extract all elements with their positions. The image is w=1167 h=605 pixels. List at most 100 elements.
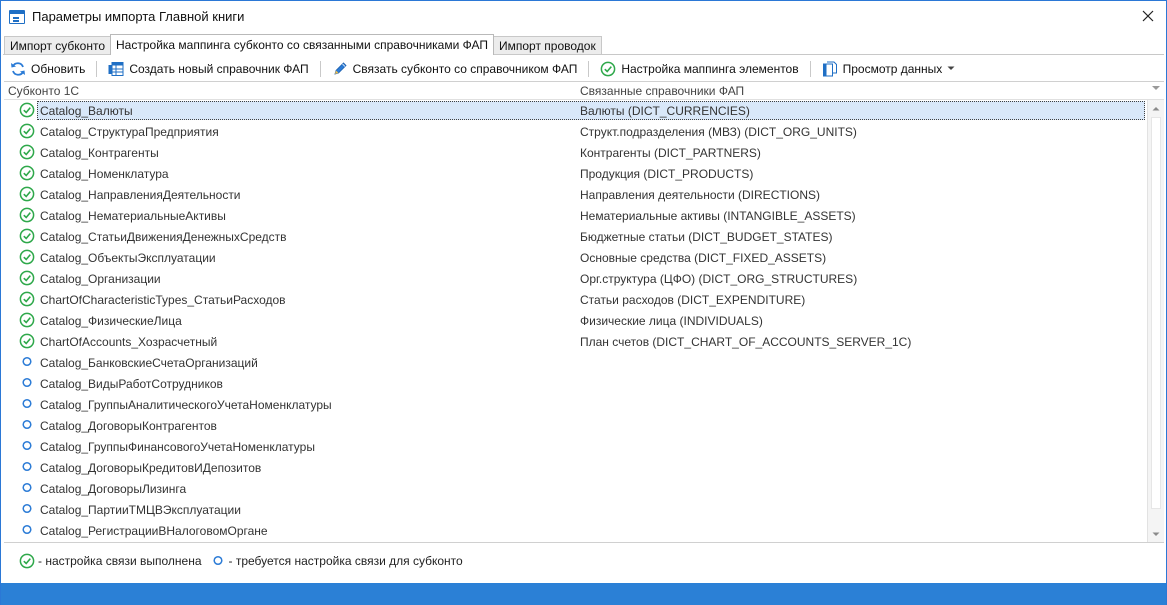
check-circle-icon [19,228,35,244]
subconto-cell: Catalog_ФизическиеЛица [40,314,182,328]
linked-dict-cell: Бюджетные статьи (DICT_BUDGET_STATES) [580,230,833,244]
table-row[interactable]: Catalog_ГруппыАналитическогоУчетаНоменкл… [4,394,1146,415]
linked-dict-cell: Физические лица (INDIVIDUALS) [580,314,763,328]
refresh-icon [10,61,26,77]
table-row[interactable]: Catalog_Номенклатура Продукция (DICT_PROD… [4,163,1146,184]
toolbar-separator [319,60,321,77]
circle-icon [19,522,35,538]
table-row[interactable]: Catalog_СтатьиДвиженияДенежныхСредств Бюд… [4,226,1146,247]
linked-dict-cell: Статьи расходов (DICT_EXPENDITURE) [580,293,806,307]
subconto-cell: ChartOfCharacteristicTypes_СтатьиРасходо… [40,293,286,307]
link-subconto-label: Связать субконто со справочником ФАП [352,61,578,76]
table-row[interactable]: Catalog_Организации Орг.структура (ЦФО) (… [4,268,1146,289]
column-header-linked-dicts[interactable]: Связанные справочники ФАП [580,84,744,98]
create-dict-label: Создать новый справочник ФАП [129,61,309,76]
view-data-label: Просмотр данных [842,61,943,76]
linked-dict-cell: Валюты (DICT_CURRENCIES) [580,104,750,118]
linked-dict-cell: Продукция (DICT_PRODUCTS) [580,167,754,181]
scroll-down-button[interactable] [1148,526,1164,542]
table-row[interactable]: Catalog_ФизическиеЛица Физические лица (I… [4,310,1146,331]
chevron-down-icon [947,66,955,70]
scroll-thumb[interactable] [1151,117,1161,509]
check-circle-icon [19,165,35,181]
create-dict-button[interactable]: Создать новый справочник ФАП [102,58,314,79]
check-circle-icon [19,123,35,139]
subconto-cell: ChartOfAccounts_Хозрасчетный [40,335,218,349]
table-row[interactable]: Catalog_ГруппыФинансовогоУчетаНоменклату… [4,436,1146,457]
check-circle-icon [19,270,35,286]
table-row[interactable]: Catalog_Валюты Валюты (DICT_CURRENCIES) [4,100,1146,121]
scroll-up-button[interactable] [1148,100,1164,116]
sort-arrow-icon [1152,86,1160,90]
tab-import-subconto[interactable]: Импорт субконто [4,36,112,55]
vertical-scrollbar[interactable] [1147,100,1164,542]
mapping-settings-label: Настройка маппинга элементов [621,61,799,76]
circle-icon [19,354,35,370]
legend: - настройка связи выполнена - требуется … [19,552,471,570]
table-row[interactable]: Catalog_РегистрацииВНалоговомОргане [4,520,1146,541]
tab-import-postings[interactable]: Импорт проводок [493,36,602,55]
table-row[interactable]: Catalog_ПартииТМЦВЭксплуатации [4,499,1146,520]
toolbar-separator [96,60,98,77]
check-circle-icon [19,291,35,307]
legend-pending-text: - требуется настройка связи для субконто [228,554,463,568]
view-data-dropdown[interactable] [944,58,958,79]
linked-dict-cell: План счетов (DICT_CHART_OF_ACCOUNTS_SERV… [580,335,912,349]
tab-strip: Импорт субконто Настройка маппинга субко… [4,34,602,55]
check-circle-icon [19,553,35,569]
close-icon [1142,10,1154,22]
linked-dict-cell: Структ.подразделения (МВЗ) (DICT_ORG_UNI… [580,125,857,139]
subconto-cell: Catalog_БанковскиеСчетаОрганизаций [40,356,258,370]
mapping-settings-button[interactable]: Настройка маппинга элементов [594,58,804,79]
subconto-cell: Catalog_ДоговорыЛизинга [40,482,187,496]
tab-mapping-settings[interactable]: Настройка маппинга субконто со связанным… [110,34,494,55]
refresh-button[interactable]: Обновить [4,58,91,79]
subconto-cell: Catalog_Номенклатура [40,167,169,181]
table-row[interactable]: Catalog_НаправленияДеятельности Направлен… [4,184,1146,205]
pencil-icon [332,61,348,77]
table-row[interactable]: ChartOfAccounts_Хозрасчетный План счетов … [4,331,1146,352]
column-header-subconto[interactable]: Субконто 1С [8,84,79,98]
grid-rows: Catalog_Валюты Валюты (DICT_CURRENCIES) Ca… [4,100,1146,542]
circle-icon [19,459,35,475]
circle-icon [19,501,35,517]
table-row[interactable]: Catalog_НематериальныеАктивы Нематериальн… [4,205,1146,226]
table-row[interactable]: Catalog_ДоговорыЛизинга [4,478,1146,499]
refresh-label: Обновить [31,61,86,76]
circle-icon [19,375,35,391]
view-data-button[interactable]: Просмотр данных [816,58,945,79]
subconto-cell: Catalog_ПартииТМЦВЭксплуатации [40,503,241,517]
toolbar: Обновить Создать новый справочник ФАП Св… [4,57,1164,80]
table-row[interactable]: Catalog_Контрагенты Контрагенты (DICT_PAR… [4,142,1146,163]
subconto-cell: Catalog_Валюты [40,104,133,118]
subconto-cell: Catalog_РегистрацииВНалоговомОргане [40,524,268,538]
check-circle-icon [19,207,35,223]
table-row[interactable]: Catalog_СтруктураПредприятия Структ.подра… [4,121,1146,142]
subconto-cell: Catalog_ГруппыФинансовогоУчетаНоменклату… [40,440,315,454]
circle-icon [210,553,226,569]
linked-dict-cell: Основные средства (DICT_FIXED_ASSETS) [580,251,827,265]
table-row[interactable]: Catalog_ДоговорыКредитовИДепозитов [4,457,1146,478]
table-row[interactable]: Catalog_ОбъектыЭксплуатации Основные сред… [4,247,1146,268]
linked-dict-cell: Нематериальные активы (INTANGIBLE_ASSETS… [580,209,856,223]
grid-header: Субконто 1С Связанные справочники ФАП [4,82,1164,100]
document-icon [822,61,838,77]
close-button[interactable] [1136,5,1160,27]
circle-icon [19,396,35,412]
subconto-cell: Catalog_ВидыРаботСотрудников [40,377,223,391]
mapping-grid: Субконто 1С Связанные справочники ФАП Ca… [4,81,1164,543]
link-subconto-button[interactable]: Связать субконто со справочником ФАП [326,58,584,79]
table-add-icon [108,61,124,77]
table-row[interactable]: Catalog_ВидыРаботСотрудников [4,373,1146,394]
subconto-cell: Catalog_ДоговорыКредитовИДепозитов [40,461,262,475]
subconto-cell: Catalog_ОбъектыЭксплуатации [40,251,216,265]
linked-dict-cell: Контрагенты (DICT_PARTNERS) [580,146,761,160]
table-row[interactable]: Catalog_ДоговорыКонтрагентов [4,415,1146,436]
window-title: Параметры импорта Главной книги [32,9,245,24]
table-row[interactable]: ChartOfCharacteristicTypes_СтатьиРасходо… [4,289,1146,310]
table-row[interactable]: Catalog_БанковскиеСчетаОрганизаций [4,352,1146,373]
check-circle-icon [19,333,35,349]
subconto-cell: Catalog_ДоговорыКонтрагентов [40,419,217,433]
circle-icon [19,417,35,433]
subconto-cell: Catalog_Организации [40,272,161,286]
